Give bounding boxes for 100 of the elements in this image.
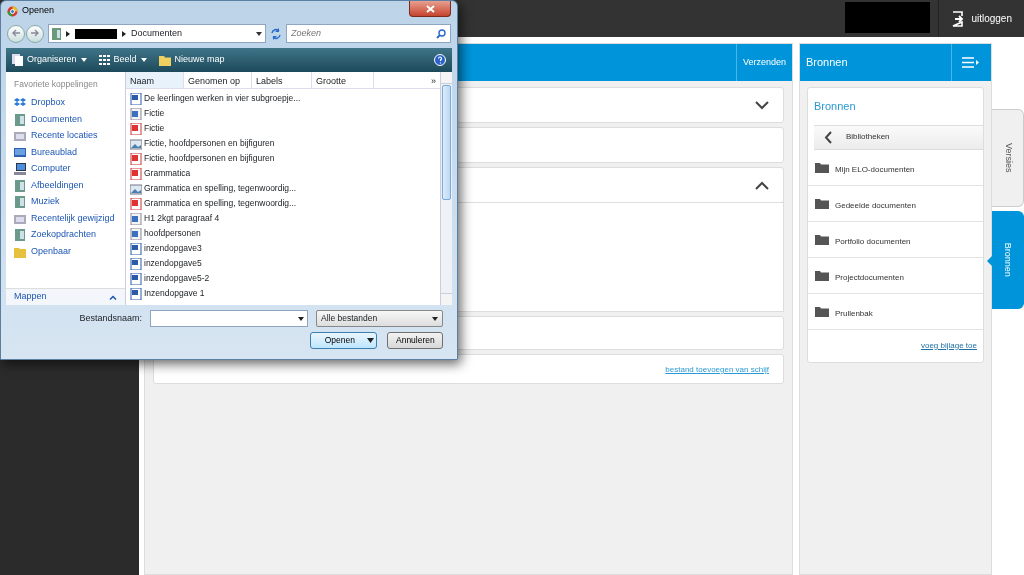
back-button[interactable]: Bibliotheken [813,124,983,150]
recent-icon [14,212,26,225]
file-row[interactable]: De leerlingen werken in vier subgroepje... [126,91,440,106]
section-heading: Favoriete koppelingen [13,78,99,91]
caret-icon [367,338,374,343]
logout-icon [951,10,966,27]
computer-icon [14,163,26,175]
file-row[interactable]: Fictie [126,106,440,121]
file-type-select[interactable]: Alle bestanden [316,310,443,327]
favorite-link[interactable]: Bureaublad [6,144,125,161]
document-icon [130,92,142,105]
close-button[interactable] [409,1,451,17]
chevron-up-icon [109,294,117,300]
file-row[interactable]: Grammatica [126,166,440,181]
help-icon[interactable] [434,54,446,66]
pdf-icon [130,122,142,135]
dropdown-icon [298,316,304,321]
app-icon [7,5,18,17]
document-icon [130,272,142,285]
folder-item[interactable]: Gedeelde documenten [807,185,983,222]
folder-item[interactable]: Projectdocumenten [807,257,983,294]
address-bar[interactable]: Documenten [48,24,266,43]
file-row[interactable]: Fictie, hoofdpersonen en bijfiguren [126,151,440,166]
folder-item[interactable]: Prullenbak [807,293,983,330]
public-icon [14,245,26,258]
scrollbar[interactable] [440,72,452,305]
file-row[interactable]: Fictie, hoofdpersonen en bijfiguren [126,136,440,151]
column-header[interactable]: Naam [126,72,184,88]
favorite-link[interactable]: Recentelijk gewijzigd [6,210,125,227]
folder-item[interactable]: Portfolio documenten [807,221,983,258]
pdf-icon [130,167,142,180]
favorite-link[interactable]: Recente locaties [6,127,125,145]
image-icon [130,182,142,195]
document-icon [130,242,142,255]
chevron-down-icon [754,100,769,110]
caret-icon [80,58,87,62]
file-row[interactable]: H1 2kgt paragraaf 4 [126,211,440,226]
file-row[interactable]: inzendopgave3 [126,241,440,256]
column-header[interactable]: Genomen op [184,72,252,88]
logout-button[interactable]: uitloggen [938,0,1024,37]
file-row[interactable]: inzendopgave5-2 [126,271,440,286]
favorite-link[interactable]: Muziek [6,193,125,211]
favorite-link[interactable]: Computer [6,160,125,178]
favorite-link[interactable]: Openbaar [6,243,125,260]
folder-icon [814,161,829,173]
docs-icon [14,196,26,208]
menu-icon [962,57,981,68]
favorite-link[interactable]: Afbeeldingen [6,177,125,194]
document-icon [130,107,142,120]
folder-icon [158,54,171,66]
panel-title: Bronnen [804,55,848,71]
folder-icon [814,197,829,209]
file-row[interactable]: Grammatica en spelling, tegenwoordig... [126,181,440,196]
forward-button[interactable] [26,24,44,43]
open-button[interactable]: Openen [309,332,377,349]
toolbar-button[interactable]: Organiseren [12,53,87,67]
grid-icon [98,55,110,65]
column-header[interactable]: Labels [252,72,312,88]
pdf-icon [130,152,142,165]
caret-icon [140,58,147,62]
filename-field[interactable] [150,310,308,327]
more-columns-button[interactable]: » [374,72,440,88]
recent-icon [14,130,26,142]
back-arrow-icon [11,29,21,38]
field-label: Bestandsnaam: [79,311,142,325]
column-header[interactable]: Grootte [312,72,374,88]
file-row[interactable]: hoofdpersonen [126,226,440,241]
breadcrumb-arrow-icon [66,30,70,37]
file-row[interactable]: Fictie [126,121,440,136]
dropdown-icon [256,31,262,36]
favorite-link[interactable]: Documenten [6,111,125,128]
folder-icon [814,233,829,245]
breadcrumb-arrow-icon [122,30,126,37]
cancel-button[interactable]: Annuleren [387,332,443,349]
file-row[interactable]: Grammatica en spelling, tegenwoordig... [126,196,440,211]
attach-link[interactable]: voeg bijlage toe [920,340,977,350]
folders-toggle[interactable]: Mappen [6,288,125,305]
dropdown-icon [432,316,438,321]
side-tab[interactable]: Versies [992,109,1024,207]
back-button[interactable] [7,24,25,43]
file-row[interactable]: Inzendopgave 1 [126,286,440,301]
pages-icon [12,54,23,66]
toolbar-button[interactable]: Nieuwe map [158,53,225,67]
breadcrumb-item[interactable]: Documenten [131,26,183,41]
chevron-left-icon [823,130,832,144]
search-box[interactable]: Zoeken [286,24,451,43]
close-icon [425,5,435,14]
search-icon [436,28,446,39]
favorite-link[interactable]: Zoekopdrachten [6,226,125,244]
document-icon [130,257,142,270]
refresh-icon[interactable] [270,27,282,40]
forward-arrow-icon [30,29,40,38]
document-icon [130,227,142,240]
favorite-link[interactable]: Dropbox [6,94,125,112]
pdf-icon [130,197,142,210]
folder-item[interactable]: Mijn ELO-documenten [807,149,983,186]
image-icon [130,137,142,150]
file-row[interactable]: inzendopgave5 [126,256,440,271]
toolbar-button[interactable]: Beeld [98,53,147,67]
window-title: Openen [22,4,55,18]
